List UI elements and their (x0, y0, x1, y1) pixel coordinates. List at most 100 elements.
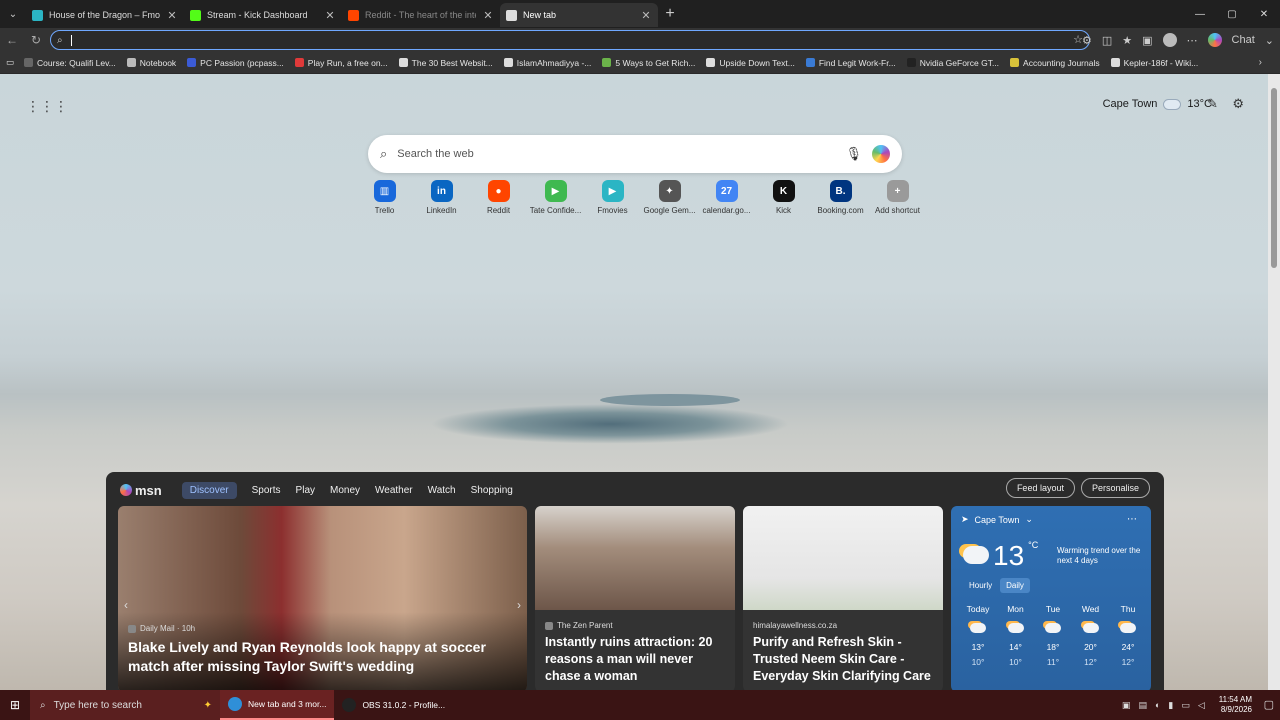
nvidia-icon[interactable]: ▤ (1138, 700, 1147, 711)
maximize-button[interactable]: ▢ (1216, 0, 1248, 28)
favorites-icon[interactable]: ★ (1122, 34, 1132, 47)
bookmark-item[interactable]: 5 Ways to Get Rich... (602, 58, 695, 68)
shortcut-tile[interactable]: ▶ Tate Confide... (527, 180, 584, 215)
close-tab-icon[interactable]: ✕ (324, 9, 336, 22)
weather-widget[interactable]: Cape Town 13°C (1103, 98, 1212, 110)
bookmark-item[interactable]: IslamAhmadiyya -... (503, 58, 591, 68)
bookmark-item[interactable]: Course: Qualifi Lev... (24, 58, 116, 68)
copilot-search-icon[interactable] (872, 145, 890, 163)
forecast-day[interactable]: Tue 18° 11° (1036, 604, 1070, 667)
volume-icon[interactable]: ◁ (1198, 700, 1205, 711)
bookmark-item[interactable]: Notebook (126, 58, 176, 68)
close-tab-icon[interactable]: ✕ (640, 9, 652, 22)
taskbar-app-button[interactable]: New tab and 3 mor... (220, 690, 335, 720)
windows-start-icon[interactable]: ⊞ (0, 690, 30, 720)
sidebar-icon[interactable]: ▭ (6, 57, 14, 68)
bookmark-item[interactable]: Nvidia GeForce GT... (906, 58, 999, 68)
close-tab-icon[interactable]: ✕ (166, 9, 178, 22)
clock[interactable]: 11:54 AM 8/9/2026 (1219, 695, 1252, 716)
refresh-icon[interactable]: ↻ (24, 33, 48, 47)
tab-2[interactable]: Reddit - The heart of the internet ✕ (342, 3, 500, 27)
shortcut-tile[interactable]: 27 calendar.go... (698, 180, 755, 215)
more-options-icon[interactable]: ⋯ (1127, 514, 1137, 525)
page-scrollbar[interactable] (1268, 74, 1280, 690)
taskbar-app-button[interactable]: OBS 31.0.2 - Profile... (334, 690, 453, 720)
forecast-day[interactable]: Today 13° 10° (961, 604, 995, 667)
weather-card[interactable]: ➤ Cape Town ⌄ ⋯ 13 °C Warming trend over… (951, 506, 1151, 690)
personalise-button[interactable]: Personalise (1080, 478, 1150, 498)
network-icon[interactable]: ▭ (1181, 700, 1190, 711)
feed-tab[interactable]: Weather (375, 485, 413, 496)
feed-tab[interactable]: Money (330, 485, 360, 496)
bookmark-item[interactable]: Find Legit Work-Fr... (805, 58, 896, 68)
tab-actions-menu-icon[interactable]: ⌄ (0, 0, 26, 28)
minimize-button[interactable]: — (1184, 0, 1216, 28)
tab-0[interactable]: House of the Dragon – Fmovies ✕ (26, 3, 184, 27)
notifications-icon[interactable]: ▢ (1264, 698, 1274, 711)
close-window-button[interactable]: ✕ (1248, 0, 1280, 28)
taskbar-search[interactable]: ⌕ Type here to search ✦ (30, 690, 220, 720)
forecast-day[interactable]: Wed 20° 12° (1074, 604, 1108, 667)
chat-button[interactable]: Chat (1232, 34, 1255, 46)
carousel-next-icon[interactable]: › (517, 598, 521, 612)
bookmark-item[interactable]: Upside Down Text... (706, 58, 795, 68)
feed-tab[interactable]: Play (296, 485, 315, 496)
search-input[interactable]: Search the web (397, 148, 845, 160)
forecast-day[interactable]: Thu 24° 12° (1111, 604, 1145, 667)
feed-layout-button[interactable]: Feed layout (1005, 478, 1075, 498)
microphone-icon[interactable]: 🎙 (845, 146, 862, 162)
bookmark-item[interactable]: The 30 Best Websit... (398, 58, 493, 68)
feed-tab[interactable]: Sports (252, 485, 281, 496)
feed-tab[interactable]: Watch (428, 485, 456, 496)
app-tray-icon[interactable]: ◐ (1155, 700, 1160, 710)
extensions-icon[interactable]: ⚙ (1082, 34, 1092, 47)
news-headline[interactable]: Instantly ruins attraction: 20 reasons a… (545, 634, 725, 685)
more-bookmarks-icon[interactable]: › (1259, 57, 1262, 68)
feed-tab[interactable]: Discover (181, 481, 237, 499)
forecast-day[interactable]: Mon 14° 10° (999, 604, 1033, 667)
web-search-box[interactable]: ⌕ Search the web 🎙 (368, 135, 902, 173)
shortcut-tile[interactable]: B. Booking.com (812, 180, 869, 215)
search-highlights-icon[interactable]: ✦ (204, 700, 212, 711)
weather-card-location[interactable]: ➤ Cape Town ⌄ (961, 514, 1141, 525)
teams-icon[interactable]: ▣ (1122, 700, 1131, 711)
close-tab-icon[interactable]: ✕ (482, 9, 494, 22)
new-tab-button[interactable]: + (658, 5, 682, 23)
shortcut-tile[interactable]: ▶ Fmovies (584, 180, 641, 215)
copilot-icon[interactable] (1207, 33, 1222, 47)
edit-pencil-icon[interactable]: ✎ (1207, 96, 1218, 112)
tab-3[interactable]: New tab ✕ (500, 3, 658, 27)
msn-logo[interactable]: msn (120, 483, 162, 498)
settings-gear-icon[interactable]: ⚙ (1232, 96, 1244, 112)
shortcut-tile[interactable]: ▥ Trello (356, 180, 413, 215)
news-card[interactable]: The Zen Parent Instantly ruins attractio… (535, 506, 735, 690)
bookmark-item[interactable]: Kepler-186f - Wiki... (1110, 58, 1198, 68)
bookmark-item[interactable]: PC Passion (pcpass... (187, 58, 284, 68)
microphone-tray-icon[interactable]: ▮ (1168, 700, 1173, 711)
bookmark-item[interactable]: Play Run, a free on... (294, 58, 388, 68)
feed-tab[interactable]: Shopping (471, 485, 513, 496)
address-bar[interactable]: ⌕ ☆ (50, 30, 1090, 50)
carousel-prev-icon[interactable]: ‹ (124, 598, 128, 612)
scrollbar-thumb[interactable] (1271, 88, 1277, 268)
shortcut-tile[interactable]: K Kick (755, 180, 812, 215)
weather-trend[interactable]: Warming trend over the next 4 days (1057, 546, 1141, 566)
back-icon[interactable]: ← (0, 33, 24, 47)
news-headline[interactable]: Blake Lively and Ryan Reynolds look happ… (128, 638, 517, 676)
shortcut-tile[interactable]: ● Reddit (470, 180, 527, 215)
split-screen-icon[interactable]: ◫ (1102, 34, 1112, 47)
daily-toggle[interactable]: Daily (1000, 578, 1030, 593)
news-headline[interactable]: Purify and Refresh Skin - Trusted Neem S… (753, 634, 933, 685)
bookmark-item[interactable]: Accounting Journals (1010, 58, 1100, 68)
taskbar-search-input[interactable]: Type here to search (54, 700, 142, 711)
shortcut-tile[interactable]: ✦ Google Gem... (641, 180, 698, 215)
news-card[interactable]: himalayawellness.co.za Purify and Refres… (743, 506, 943, 690)
profile-avatar[interactable] (1162, 33, 1177, 47)
app-launcher-icon[interactable]: ⋮⋮⋮ (26, 98, 68, 115)
shortcut-tile[interactable]: in LinkedIn (413, 180, 470, 215)
news-card-featured[interactable]: ‹ › Daily Mail · 10h Blake Lively and Ry… (118, 506, 527, 690)
sidebar-toggle-icon[interactable]: ⌄ (1265, 34, 1274, 47)
more-options-icon[interactable]: ⋯ (1187, 34, 1198, 47)
hourly-toggle[interactable]: Hourly (963, 578, 998, 593)
tab-1[interactable]: Stream - Kick Dashboard ✕ (184, 3, 342, 27)
